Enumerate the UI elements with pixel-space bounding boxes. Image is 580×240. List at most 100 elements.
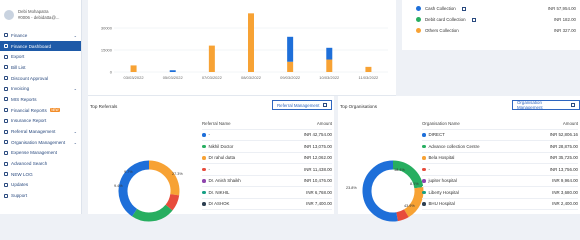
donut-slice[interactable]: [396, 209, 409, 222]
legend-amount: INR 327.00: [553, 28, 576, 33]
bar-chart: 0 15000 30000 03/03/2022 05/03/2022 07/03/202…: [101, 13, 388, 80]
table-row[interactable]: Dr ASHOK INR 7,400.00: [202, 199, 332, 210]
sidebar-item-label: NEW LOG: [11, 171, 33, 177]
legend-item-cash[interactable]: Cash Collection INR 57,954.00: [416, 6, 576, 11]
bar-segment[interactable]: [169, 70, 176, 72]
referrals-table: Referral Name Amount - INR 42,754.00 Nikhi…: [202, 118, 332, 210]
sidebar-item-label: Invoicing: [11, 86, 30, 92]
external-link-icon[interactable]: [461, 6, 466, 11]
row-color-dot: [202, 144, 206, 148]
table-row[interactable]: - INR 11,438.00: [202, 164, 332, 176]
donut-slice[interactable]: [165, 193, 180, 211]
table-row[interactable]: BHU Hospital INR 2,400.00: [422, 199, 578, 210]
table-row[interactable]: - INR 13,756.00: [422, 164, 578, 176]
donut-slice[interactable]: [403, 187, 424, 218]
sidebar-item-finance-dashboard[interactable]: Finance Dashboard: [0, 40, 81, 52]
table-row[interactable]: Dr. Anish Shaikh INR 10,476.00: [202, 176, 332, 187]
menu-icon: [4, 129, 8, 134]
sidebar-item-new-log[interactable]: NEW LOG: [0, 169, 81, 180]
row-color-dot: [422, 167, 426, 171]
row-name: -: [422, 167, 534, 172]
row-amount: INR 7,400.00: [306, 201, 332, 207]
row-amount: INR 28,875.00: [549, 143, 578, 149]
chevron-down-icon: ⌄: [73, 32, 77, 38]
x-tick-label: 07/03/2022: [202, 75, 223, 80]
row-name: Nikhil Doctor: [202, 144, 288, 149]
sidebar-item-finance[interactable]: Finance ⌄: [0, 30, 81, 41]
x-tick-label: 08/03/2022: [241, 75, 262, 80]
bar-segment[interactable]: [130, 65, 137, 72]
menu-icon: [4, 44, 8, 49]
row-amount: INR 11,438.00: [304, 166, 332, 172]
row-name: -: [202, 167, 288, 172]
row-name-text: Dr ASHOK: [208, 201, 230, 207]
table-row[interactable]: - INR 42,754.00: [202, 130, 332, 141]
row-color-dot: [422, 179, 426, 183]
legend-item-debit[interactable]: Debit card Collection INR 182.00: [416, 17, 576, 22]
row-color-dot: [422, 202, 426, 206]
row-amount: INR 2,400.00: [552, 201, 578, 207]
external-link-icon[interactable]: [471, 17, 476, 22]
sidebar-item-updates[interactable]: Updates: [0, 180, 81, 191]
table-row[interactable]: DIRECT INR 52,806.16: [422, 130, 578, 141]
sidebar-item-label: Support: [11, 193, 28, 199]
row-name-text: -: [208, 166, 210, 172]
sidebar-item-invoicing[interactable]: Invoicing ⌄: [0, 83, 81, 94]
row-color-dot: [202, 167, 206, 171]
sidebar-item-mis-reports[interactable]: MIS Reports: [0, 94, 81, 105]
sidebar-item-label: Export: [11, 54, 25, 60]
donut-label: 27.3%: [172, 172, 183, 176]
legend-item-others[interactable]: Others Collection INR 327.00: [416, 28, 576, 33]
bar-segment[interactable]: [248, 13, 254, 73]
donut-label: 23.8%: [346, 186, 357, 190]
row-name: Liberty Hospital: [422, 190, 534, 195]
donut-label: 9.4%: [114, 184, 123, 188]
referral-management-button[interactable]: Referral Management: [272, 100, 333, 110]
table-row[interactable]: Advance collection Centre INR 28,875.00: [422, 141, 578, 153]
sidebar-item-advanced-search[interactable]: Advanced Search: [0, 158, 81, 169]
menu-icon: [4, 150, 8, 155]
row-name-text: Advance collection Centre: [428, 143, 480, 149]
sidebar-item-referral-management[interactable]: Referral Management ⌄: [0, 126, 81, 137]
x-tick-label: 05/03/2022: [163, 75, 184, 80]
bar-segment[interactable]: [326, 59, 333, 72]
sidebar-nav: Finance ⌄ Finance Dashboard Export Bill List…: [0, 30, 81, 201]
sidebar-item-financial-reports[interactable]: Financial Reports NEW: [0, 105, 81, 116]
donut-slice[interactable]: [132, 204, 173, 222]
bar-segment[interactable]: [287, 61, 294, 72]
row-amount: INR 13,756.00: [549, 166, 578, 172]
sidebar-item-support[interactable]: Support: [0, 190, 81, 201]
legend-amount: INR 57,954.00: [547, 6, 576, 11]
organisation-management-button[interactable]: Organisation Management: [512, 100, 580, 110]
donut-slice[interactable]: [362, 160, 398, 222]
table-row[interactable]: Dr rahul dutta INR 12,062.00: [202, 153, 332, 164]
user-profile[interactable]: Debi Mohapatra #0006 - debidatta@...: [0, 0, 81, 30]
table-row[interactable]: Dr. NIKHIL INR 6,768.00: [202, 187, 332, 199]
row-name: Dr. Anish Shaikh: [202, 178, 288, 183]
sidebar-item-bill-list[interactable]: Bill List: [0, 62, 81, 73]
sidebar-item-export[interactable]: Export: [0, 51, 81, 62]
sidebar-item-expense-management[interactable]: Expense Management: [0, 148, 81, 159]
table-row[interactable]: Bela Hospital INR 35,725.00: [422, 153, 578, 164]
sidebar-item-organisation-management[interactable]: Organisation Management ⌄: [0, 137, 81, 148]
sidebar-item-discount-approval[interactable]: Discount Approval: [0, 73, 81, 84]
legend-dot: [416, 28, 421, 33]
row-name: Dr ASHOK: [202, 201, 288, 206]
table-row[interactable]: Liberty Hospital INR 3,680.00: [422, 187, 578, 199]
bar-segment[interactable]: [208, 45, 215, 72]
donut-slice[interactable]: [148, 160, 180, 196]
sidebar-item-insurance-report[interactable]: Insurance Report: [0, 116, 81, 127]
row-amount: INR 9,964.00: [552, 178, 578, 184]
row-name-text: Dr. NIKHIL: [208, 189, 230, 195]
table-header: Organisation Name Amount: [422, 118, 578, 130]
table-row[interactable]: Nikhil Doctor INR 13,075.00: [202, 141, 332, 153]
row-color-dot: [422, 133, 426, 137]
row-amount: INR 12,062.00: [303, 155, 332, 161]
bar-segment[interactable]: [287, 36, 294, 62]
bar-segment[interactable]: [365, 66, 372, 72]
sidebar-item-label: Expense Management: [11, 150, 57, 156]
sidebar-item-label: Organisation Management: [11, 139, 66, 145]
referrals-title: Top Referrals: [90, 104, 118, 109]
table-row[interactable]: jupiter hospital INR 9,964.00: [422, 176, 578, 187]
bar-segment[interactable]: [326, 47, 333, 60]
